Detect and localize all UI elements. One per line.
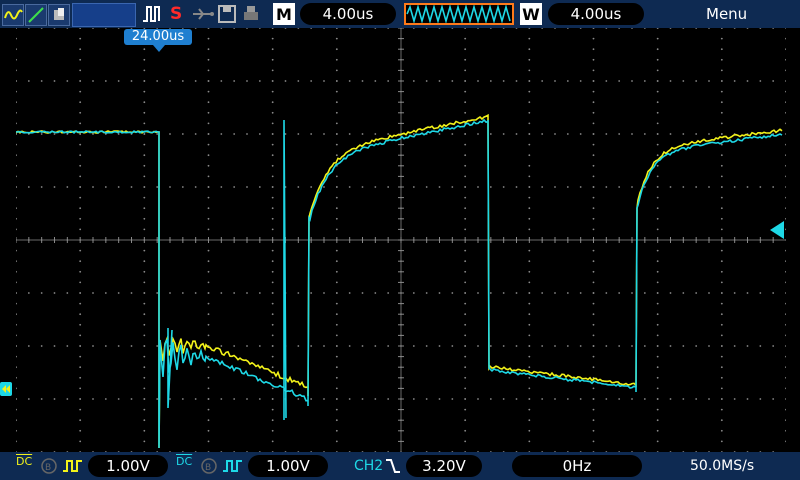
trigger-position-arrow-icon: [153, 45, 165, 52]
trigger-position-badge[interactable]: 24.00us: [124, 29, 192, 45]
window-timebase-display[interactable]: 4.00us: [548, 3, 644, 25]
svg-text:B: B: [45, 463, 51, 473]
ch2-bw-limit-icon: B: [200, 457, 218, 475]
channel-ground-marker-icon[interactable]: [0, 382, 12, 396]
ch1-scale[interactable]: 1.00V: [88, 455, 168, 477]
ch1-coupling-label: DC: [16, 455, 32, 468]
ch2-pulse-icon: [222, 458, 244, 474]
menu-button[interactable]: Menu: [706, 3, 747, 25]
save-icon[interactable]: [217, 4, 237, 24]
ch2-coupling-label: DC: [176, 455, 192, 468]
timebase-display[interactable]: 4.00us: [300, 3, 396, 25]
waveform-icon[interactable]: [2, 4, 24, 26]
status-bar: DC B 1.00V DC B 1.00V CH2 3.20V 0Hz 50.0…: [0, 452, 800, 480]
mode-label: M: [276, 5, 292, 24]
printer-icon[interactable]: [241, 4, 261, 24]
window-label: W: [522, 5, 540, 24]
window-button[interactable]: W: [520, 3, 542, 25]
trigger-slope-falling-icon: [384, 457, 402, 475]
persistence-icon[interactable]: [48, 4, 70, 26]
stop-indicator-icon: S: [170, 3, 182, 25]
ch1-pulse-icon: [62, 458, 84, 474]
frequency-counter: 0Hz: [512, 455, 642, 477]
usb-icon: [191, 6, 215, 22]
waveform-display: [16, 28, 786, 452]
top-toolbar: S M 4.00us W 4.00us Menu: [0, 0, 800, 28]
sample-rate: 50.0MS/s: [690, 455, 754, 477]
svg-text:B: B: [205, 463, 211, 473]
mode-button[interactable]: M: [273, 3, 295, 25]
run-stop-box[interactable]: [72, 3, 136, 27]
ch1-coupling[interactable]: DC: [16, 456, 32, 467]
ch1-bw-limit-icon: B: [40, 457, 58, 475]
window-zoom-bar[interactable]: [404, 3, 514, 25]
line-icon[interactable]: [25, 4, 47, 26]
trigger-time-label: 24.00us: [132, 29, 184, 44]
trigger-level[interactable]: 3.20V: [406, 455, 482, 477]
trigger-edge-icon: [142, 5, 162, 23]
trigger-level-marker-icon[interactable]: [770, 221, 784, 239]
trigger-source[interactable]: CH2: [354, 455, 383, 477]
ch2-coupling[interactable]: DC: [176, 456, 192, 467]
ch2-scale[interactable]: 1.00V: [248, 455, 328, 477]
